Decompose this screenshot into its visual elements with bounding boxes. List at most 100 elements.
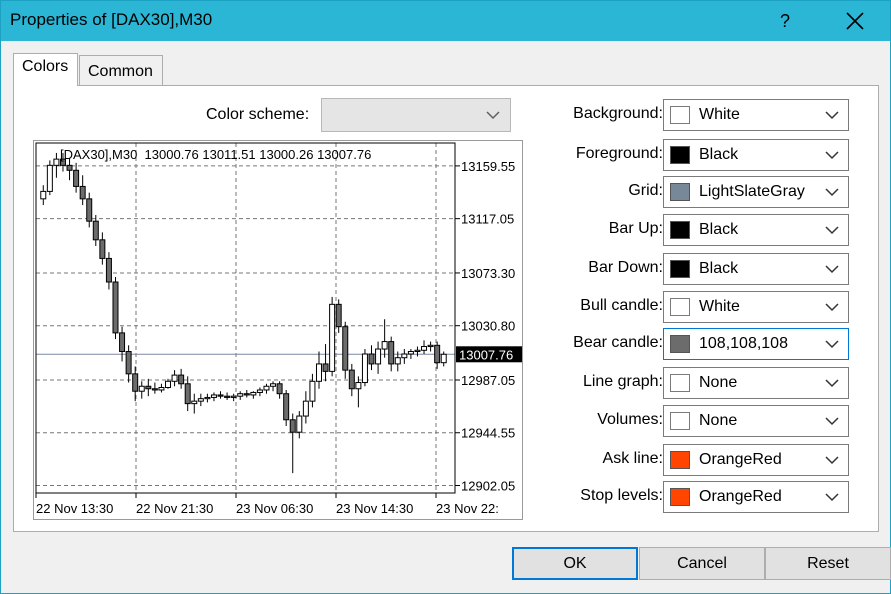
chart-axes: 13159.55 13117.05 13073.30 13030.80 12987.05… [35,142,522,516]
property-value: None [699,412,738,429]
bull-candle-body [427,344,434,348]
reset-button[interactable]: Reset [765,547,891,580]
bull-candle-body [171,374,178,382]
candle [145,378,152,397]
property-color-select[interactable]: 108,108,108 [663,328,849,360]
candle [309,373,316,408]
bull-candle-body [46,164,53,192]
bull-candle-body [302,400,309,417]
candle [329,296,336,377]
bull-candle-body [158,387,165,391]
candle [368,345,375,371]
property-color-select[interactable]: LightSlateGray [663,176,849,208]
plot-frame [35,142,456,494]
color-swatch [670,412,690,430]
chart-candles [40,152,447,474]
candle [86,192,93,228]
property-color-select[interactable]: White [663,291,849,323]
chevron-down-icon [825,226,839,235]
candle [270,381,277,392]
candle [250,391,257,399]
bull-candle-body [355,382,362,390]
candle [289,413,296,474]
candle [46,160,53,196]
candle [92,214,99,247]
bear-candle-body [99,239,106,259]
bull-candle-body [250,391,257,396]
bull-candle-body [53,158,60,166]
candle [224,392,231,400]
property-color-select[interactable]: Black [663,253,849,285]
price-tick-label: 13159.55 [461,159,515,174]
bear-candle-body [224,395,231,398]
candle [112,277,119,340]
time-tick-label: 23 Nov 22: [436,501,499,516]
chart-canvas: 13159.55 13117.05 13073.30 13030.80 12987.05… [35,142,522,516]
property-color-select[interactable]: None [663,405,849,437]
candle [381,319,388,358]
close-button[interactable] [833,1,877,41]
candle [99,232,106,265]
chevron-down-icon [825,303,839,312]
bear-candle-body [105,257,112,283]
time-tick-label: 22 Nov 13:30 [36,501,113,516]
tab-colors[interactable]: Colors [13,53,78,86]
title-bar[interactable]: Properties of [DAX30],M30 ? [1,1,890,41]
property-value: White [699,298,740,315]
chevron-down-icon [825,151,839,160]
candle [73,162,80,193]
bull-candle-body [381,341,388,350]
property-value: White [699,106,740,123]
color-swatch [670,260,690,278]
tab-common[interactable]: Common [79,55,163,85]
chart-grid [36,143,455,493]
property-color-select[interactable]: None [663,367,849,399]
price-tick-label: 13073.30 [461,266,515,281]
bear-candle-body [178,374,185,385]
candle [184,376,191,412]
candle [434,341,441,369]
candle [440,351,447,367]
property-value: None [699,374,738,391]
bear-candle-body [283,393,290,421]
candle [355,376,362,408]
candle [204,393,211,403]
chevron-down-icon [825,188,839,197]
property-label: Volumes: [597,411,663,428]
bear-candle-body [92,220,99,241]
bear-candle-body [342,326,349,371]
time-tick-label: 23 Nov 06:30 [236,501,313,516]
candle [171,370,178,387]
property-color-select[interactable]: Black [663,214,849,246]
price-tick-label: 12902.05 [461,478,515,493]
ok-button[interactable]: OK [512,547,638,580]
chart-preview: 13159.55 13117.05 13073.30 13030.80 12987.05… [33,140,523,520]
bull-candle-body [191,400,198,405]
bull-candle-body [329,303,336,372]
chevron-down-icon [486,111,500,120]
bull-candle-body [361,353,368,384]
candle [237,391,244,400]
property-color-select[interactable]: OrangeRed [663,444,849,476]
property-label: Stop levels: [580,487,663,504]
bull-candle-body [165,380,172,389]
cancel-button[interactable]: Cancel [639,547,765,580]
property-color-select[interactable]: Black [663,139,849,171]
color-scheme-select[interactable] [321,98,511,132]
bear-candle-body [73,169,80,187]
candle [158,383,165,393]
chevron-down-icon [825,340,839,349]
bull-candle-body [263,385,270,391]
color-scheme-label: Color scheme: [206,106,310,123]
chevron-down-icon [825,111,839,120]
candle [322,344,329,382]
candle [138,381,145,399]
chart-info-line: [DAX30],M30 13000.76 13011.51 13000.26 1… [60,147,371,162]
property-color-select[interactable]: OrangeRed [663,481,849,513]
property-label: Bull candle: [580,297,663,314]
candle [296,411,303,439]
bull-candle-body [315,363,322,382]
help-button[interactable]: ? [765,1,805,41]
property-color-select[interactable]: White [663,99,849,131]
properties-dialog: Properties of [DAX30],M30 ? Colors Commo… [0,0,891,594]
